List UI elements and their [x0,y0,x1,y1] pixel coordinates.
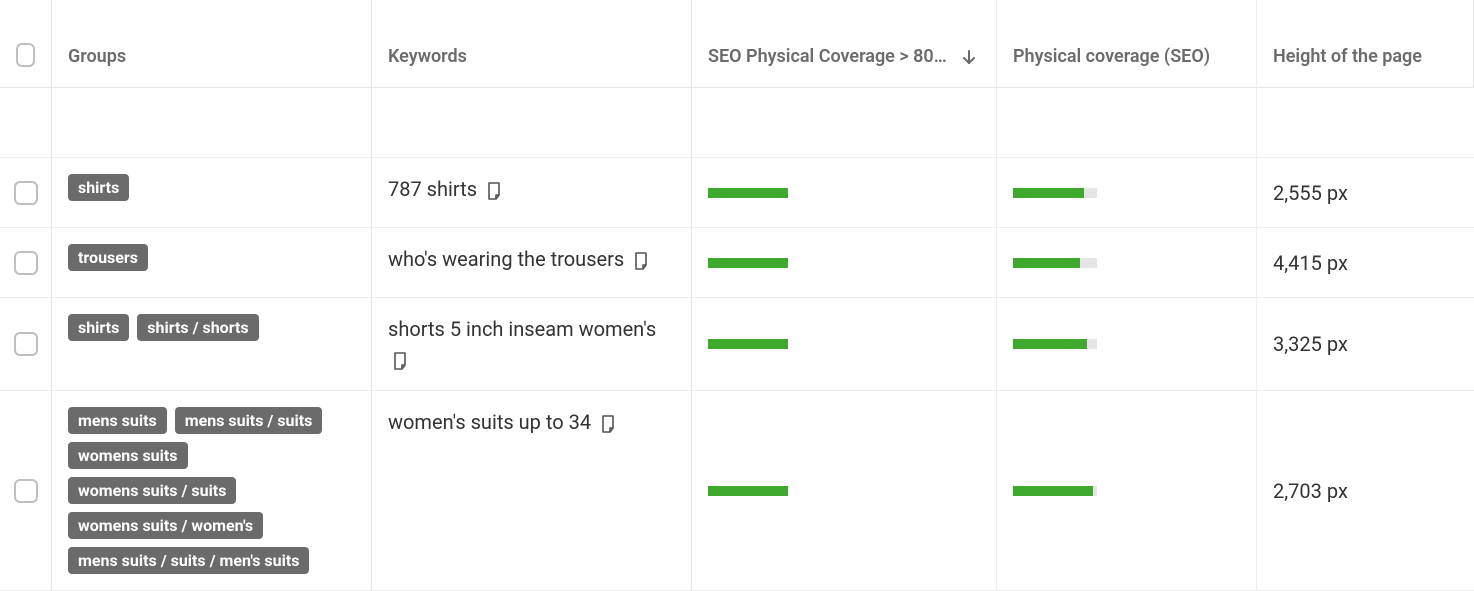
group-tag[interactable]: mens suits / suits [175,407,323,434]
physical-cell [997,88,1257,158]
sort-desc-icon [961,49,977,65]
group-tag[interactable]: trousers [68,244,148,271]
select-all-checkbox[interactable] [16,43,35,67]
seo80-cell [692,391,997,591]
row-checkbox-cell [0,228,52,298]
row-checkbox[interactable] [14,479,38,503]
row-checkbox-cell [0,158,52,228]
keyword-text: shorts 5 inch inseam women's [388,317,656,341]
bookmark-page-icon[interactable] [392,352,408,370]
progress-bar [708,188,980,198]
groups-cell [52,88,372,158]
height-cell: 2,555 px [1257,158,1474,228]
group-tag[interactable]: mens suits / suits / men's suits [68,547,309,574]
column-label: Keywords [388,46,467,67]
group-tag[interactable]: shirts / shorts [137,314,258,341]
bookmark-page-icon[interactable] [633,252,649,270]
progress-bar [708,258,980,268]
keywords-cell: women's suits up to 34 [372,391,692,591]
progress-bar [1013,339,1240,349]
group-tag[interactable]: womens suits / women's [68,512,263,539]
column-header-height[interactable]: Height of the page [1257,0,1474,88]
height-cell: 4,415 px [1257,228,1474,298]
seo80-cell [692,88,997,158]
height-value: 2,555 px [1273,181,1348,205]
column-label: Physical coverage (SEO) [1013,46,1210,67]
groups-cell: mens suits mens suits / suits womens suits… [52,391,372,591]
height-value: 3,325 px [1273,332,1348,356]
column-header-groups[interactable]: Groups [52,0,372,88]
seo80-cell [692,298,997,391]
column-header-keywords[interactable]: Keywords [372,0,692,88]
row-checkbox[interactable] [14,332,38,356]
row-checkbox[interactable] [14,251,38,275]
progress-bar [708,486,980,496]
seo80-cell [692,228,997,298]
row-checkbox[interactable] [14,181,38,205]
physical-cell [997,391,1257,591]
column-header-seo-coverage-80[interactable]: SEO Physical Coverage > 80… [692,0,997,88]
progress-bar [1013,486,1240,496]
physical-cell [997,298,1257,391]
height-cell: 3,325 px [1257,298,1474,391]
height-value: 4,415 px [1273,251,1348,275]
column-header-physical-coverage[interactable]: Physical coverage (SEO) [997,0,1257,88]
column-label: Height of the page [1273,46,1422,67]
column-label: SEO Physical Coverage > 80… [708,46,947,67]
row-checkbox-cell [0,298,52,391]
progress-bar [708,339,980,349]
keyword-text: 787 shirts [388,177,477,201]
group-tag[interactable]: shirts [68,314,129,341]
height-value: 2,703 px [1273,479,1348,503]
keyword-text: women's suits up to 34 [388,410,591,434]
keywords-cell: 787 shirts [372,158,692,228]
height-cell: 2,703 px [1257,391,1474,591]
progress-bar [1013,258,1240,268]
height-cell [1257,88,1474,158]
bookmark-page-icon[interactable] [486,182,502,200]
physical-cell [997,158,1257,228]
groups-cell: shirts shirts / shorts [52,298,372,391]
column-label: Groups [68,46,126,67]
progress-bar [1013,188,1240,198]
groups-cell: shirts [52,158,372,228]
bookmark-page-icon[interactable] [600,415,616,433]
groups-cell: trousers [52,228,372,298]
group-tag[interactable]: shirts [68,174,129,201]
keyword-text: who's wearing the trousers [388,247,624,271]
column-header-checkbox[interactable] [0,0,52,88]
physical-cell [997,228,1257,298]
row-checkbox-cell [0,391,52,591]
keywords-cell: who's wearing the trousers [372,228,692,298]
group-tag[interactable]: womens suits [68,442,188,469]
keywords-cell [372,88,692,158]
group-tag[interactable]: mens suits [68,407,167,434]
row-checkbox-cell [0,88,52,158]
keywords-cell: shorts 5 inch inseam women's [372,298,692,391]
group-tag[interactable]: womens suits / suits [68,477,236,504]
seo80-cell [692,158,997,228]
